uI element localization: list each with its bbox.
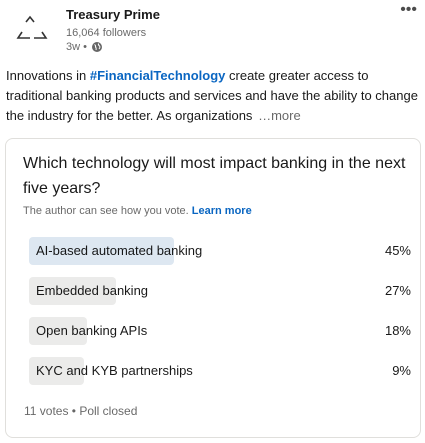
post-header: Treasury Prime 16,064 followers 3w • ••• (0, 0, 425, 62)
poll-option: Embedded banking 27% (29, 277, 415, 305)
poll-note-text: The author can see how you vote. (23, 205, 192, 217)
post-text-start: Innovations in (6, 68, 90, 83)
follower-count: 16,064 followers (66, 27, 147, 39)
poll-option-label: Open banking APIs (36, 323, 148, 338)
globe-icon (91, 42, 102, 52)
see-more-button[interactable]: …more (258, 108, 301, 123)
poll-option-label: Embedded banking (36, 283, 149, 298)
poll-question: Which technology will most impact bankin… (23, 155, 406, 197)
poll-privacy-note: The author can see how you vote. Learn m… (23, 205, 252, 217)
time-ago: 3w • (66, 41, 87, 53)
poll-option-label: KYC and KYB partnerships (36, 363, 193, 378)
post-timestamp: 3w • (66, 41, 103, 53)
poll-card: Which technology will most impact bankin… (5, 138, 421, 438)
hashtag-link[interactable]: #FinancialTechnology (90, 68, 226, 83)
more-options-icon[interactable]: ••• (400, 2, 417, 18)
poll-option-percent: 45% (384, 243, 411, 258)
post-body: Innovations in #FinancialTechnology crea… (6, 66, 420, 126)
poll-option-percent: 18% (384, 323, 411, 338)
company-logo[interactable] (8, 8, 56, 56)
poll-option-percent: 9% (392, 363, 411, 378)
poll-footer: 11 votes • Poll closed (24, 404, 138, 418)
poll-option-label: AI-based automated banking (36, 243, 203, 258)
poll-option-percent: 27% (384, 283, 411, 298)
poll-option: Open banking APIs 18% (29, 317, 415, 345)
poll-option: AI-based automated banking 45% (29, 237, 415, 265)
learn-more-link[interactable]: Learn more (192, 205, 252, 217)
company-name[interactable]: Treasury Prime (66, 7, 160, 22)
poll-option: KYC and KYB partnerships 9% (29, 357, 415, 385)
